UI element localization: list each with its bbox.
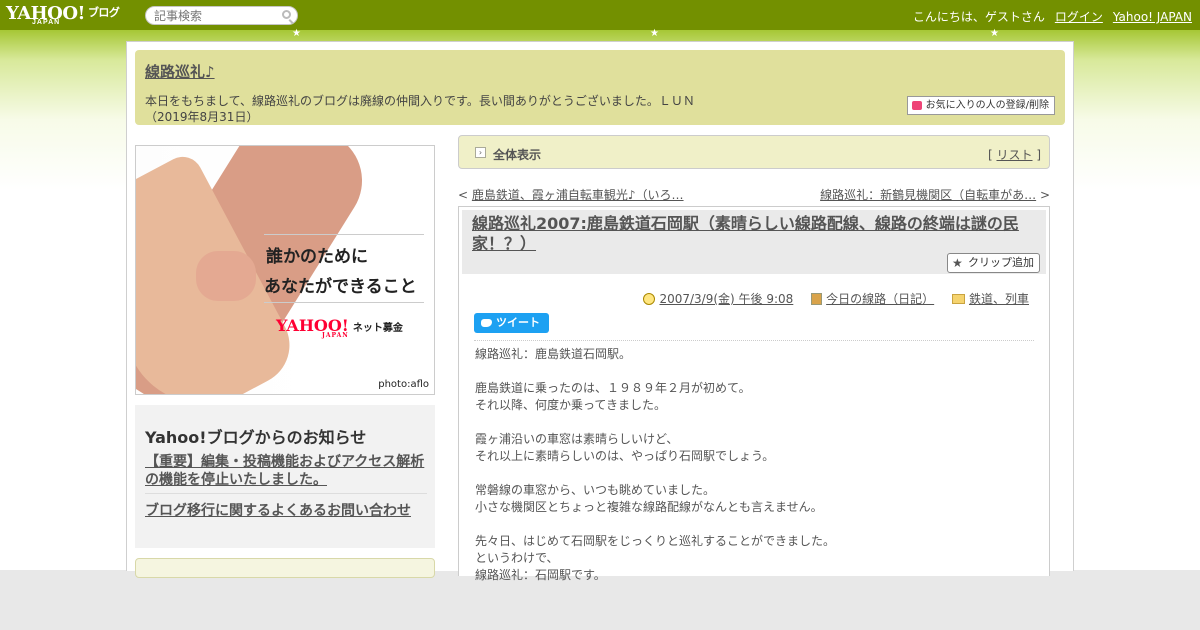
ad-brand-service: ネット募金 <box>352 323 403 334</box>
clip-label: クリップ追加 <box>968 256 1034 269</box>
dotted-divider <box>474 340 1034 341</box>
notice-heading: Yahoo!ブログからのお知らせ <box>145 428 367 447</box>
hand-image <box>196 251 256 301</box>
star-decoration-icon: ★ <box>292 28 301 39</box>
greeting-text: こんにちは、ゲストさん <box>912 10 1045 24</box>
ad-divider <box>264 302 424 303</box>
search-box <box>145 6 298 25</box>
yahoo-blog-logo[interactable]: YAHOO! ブログ JAPAN <box>6 3 120 26</box>
blog-description-line1: 本日をもちまして、線路巡礼のブログは廃線の仲間入りです。長い間ありがとうございま… <box>145 94 695 108</box>
star-decoration-icon: ★ <box>650 28 659 39</box>
arrow-right-icon: › <box>475 147 486 158</box>
notice-panel: Yahoo!ブログからのお知らせ 【重要】編集・投稿機能およびアクセス解析の機能… <box>135 405 435 548</box>
ad-divider <box>264 234 424 235</box>
twitter-bird-icon <box>481 319 492 327</box>
yahoo-donation-logo: YAHOO! ネット募金 JAPAN <box>276 316 403 339</box>
next-arrow: > <box>1036 188 1050 202</box>
yahoo-japan-link[interactable]: Yahoo! JAPAN <box>1113 10 1192 24</box>
next-post-link[interactable]: 線路巡礼：新鶴見機関区（自転車があ… <box>820 188 1036 202</box>
blog-header: 線路巡礼♪ 本日をもちまして、線路巡礼のブログは廃線の仲間入りです。長い間ありが… <box>135 50 1065 125</box>
blog-title[interactable]: 線路巡礼♪ <box>145 61 215 82</box>
ad-headline-1: 誰かのために <box>266 247 368 267</box>
book-icon <box>811 293 823 305</box>
folder-icon <box>951 294 965 304</box>
logo-blog-text: ブログ <box>87 6 120 19</box>
notice-divider <box>145 493 427 494</box>
blog-description: 本日をもちまして、線路巡礼のブログは廃線の仲間入りです。長い間ありがとうございま… <box>145 93 865 125</box>
user-nav: こんにちは、ゲストさん ログイン Yahoo! JAPAN <box>903 8 1192 25</box>
notice-link-important[interactable]: 【重要】編集・投稿機能およびアクセス解析の機能を停止いたしました。 <box>145 453 427 489</box>
blog-description-line2: （2019年8月31日） <box>145 110 259 124</box>
heart-icon <box>911 101 922 110</box>
search-input[interactable] <box>146 7 271 24</box>
post-topic: 鉄道、列車 <box>951 292 1029 306</box>
category-link[interactable]: 今日の線路（日記） <box>826 292 934 306</box>
bracket: ] <box>1032 148 1041 162</box>
post-date: 2007/3/9(金) 午後 9:08 <box>643 292 793 306</box>
prev-post: < 鹿島鉄道、霞ヶ浦自転車観光♪（いろ… <box>458 186 684 203</box>
sidebar-box <box>135 558 435 578</box>
star-decoration-icon: ★ <box>990 28 999 39</box>
article: 線路巡礼2007:鹿島鉄道石岡駅（素晴らしい線路配線、線路の終端は謎の民家！？）… <box>458 206 1050 582</box>
logo-sub-text: JAPAN <box>32 19 61 26</box>
favorite-register-button[interactable]: お気に入りの人の登録/削除 <box>906 96 1055 115</box>
top-bar: YAHOO!ブログ JAPAN こんにちは、ゲストさんログイン Yahoo! JA… <box>0 0 1200 30</box>
prev-post-link[interactable]: 鹿島鉄道、霞ヶ浦自転車観光♪（いろ… <box>472 188 684 202</box>
view-tab-bar: › 全体表示 [ リスト ] <box>458 135 1050 169</box>
post-date-link[interactable]: 2007/3/9(金) 午後 9:08 <box>659 292 793 306</box>
tab-all-view[interactable]: 全体表示 <box>493 146 541 163</box>
article-title[interactable]: 線路巡礼2007:鹿島鉄道石岡駅（素晴らしい線路配線、線路の終端は謎の民家！？） <box>472 214 1032 254</box>
clock-icon <box>643 293 656 305</box>
topic-link[interactable]: 鉄道、列車 <box>969 292 1029 306</box>
clip-add-button[interactable]: ★ クリップ追加 <box>947 253 1040 273</box>
donation-ad-banner[interactable]: 誰かのために あなたができること YAHOO! ネット募金 JAPAN photo… <box>135 145 435 395</box>
ad-brand-sub: JAPAN <box>322 332 349 339</box>
article-meta: 2007/3/9(金) 午後 9:08 今日の線路（日記） 鉄道、列車 <box>629 290 1029 307</box>
notice-link-faq[interactable]: ブログ移行に関するよくあるお問い合わせ <box>145 500 411 520</box>
login-link[interactable]: ログイン <box>1055 10 1103 24</box>
favorite-button-label: お気に入りの人の登録/削除 <box>925 100 1049 111</box>
article-header: 線路巡礼2007:鹿島鉄道石岡駅（素晴らしい線路配線、線路の終端は謎の民家！？）… <box>462 210 1046 274</box>
post-category: 今日の線路（日記） <box>811 292 934 306</box>
ad-headline-2: あなたができること <box>264 277 417 297</box>
search-icon[interactable] <box>282 10 291 19</box>
star-icon: ★ <box>952 256 963 270</box>
next-post: 線路巡礼：新鶴見機関区（自転車があ… > <box>820 186 1050 203</box>
list-view-link[interactable]: リスト <box>996 148 1032 162</box>
tweet-label: ツイート <box>496 316 540 329</box>
photo-credit: photo:aflo <box>378 379 429 390</box>
article-body: 線路巡礼：鹿島鉄道石岡駅。 鹿島鉄道に乗ったのは、１９８９年２月が初めて。 それ… <box>475 347 836 582</box>
list-view-control: [ リスト ] <box>988 146 1041 163</box>
tweet-button[interactable]: ツイート <box>474 313 549 333</box>
prev-arrow: < <box>458 188 472 202</box>
